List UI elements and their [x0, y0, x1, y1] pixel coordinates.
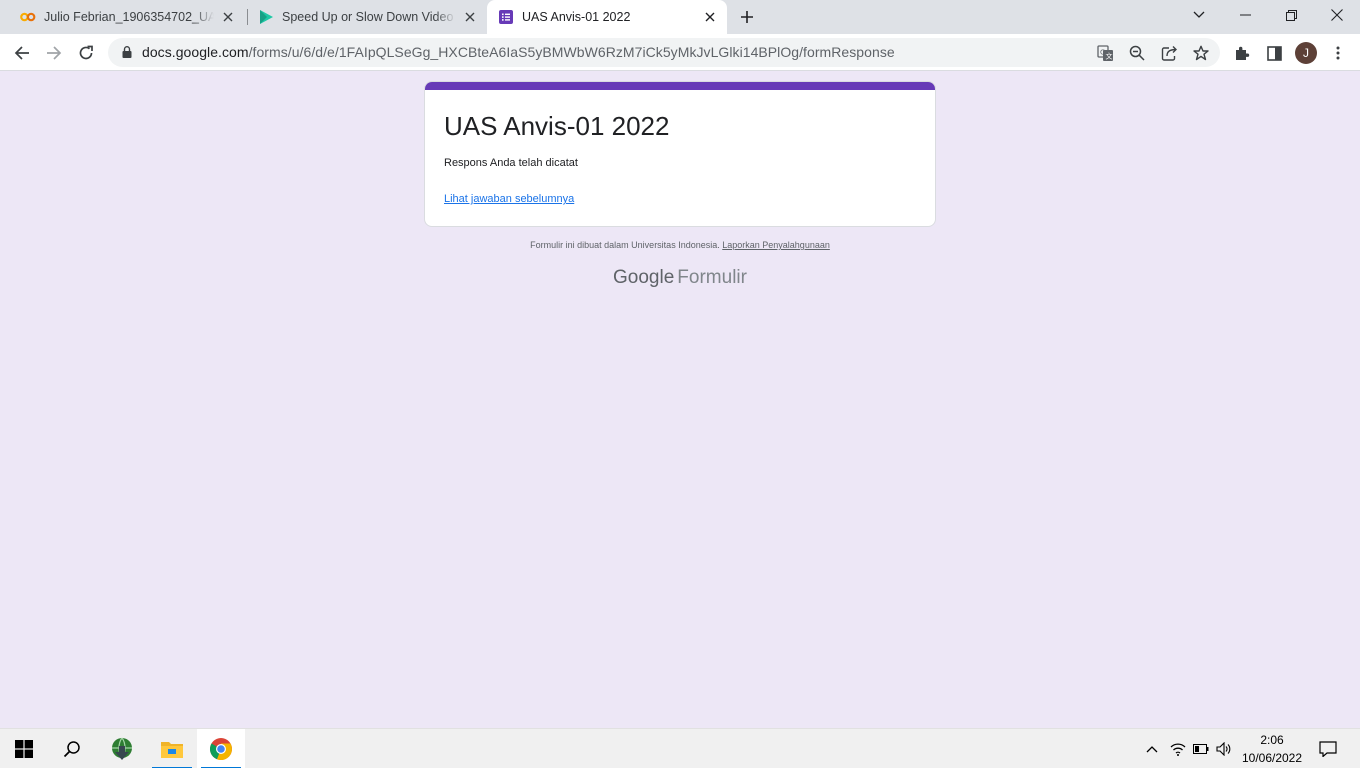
close-window-button[interactable] — [1314, 0, 1360, 30]
search-icon — [63, 741, 80, 758]
globe-download-icon — [112, 737, 132, 760]
reload-icon — [79, 45, 93, 60]
report-abuse-link[interactable]: Laporkan Penyalahgunaan — [722, 240, 830, 250]
zoom-button[interactable] — [1126, 42, 1148, 64]
side-panel-icon — [1266, 45, 1282, 61]
play-icon — [258, 9, 274, 25]
restore-button[interactable] — [1268, 0, 1314, 30]
wifi-icon — [1170, 743, 1186, 756]
colab-icon — [20, 9, 36, 25]
view-previous-response-link[interactable]: Lihat jawaban sebelumnya — [444, 193, 574, 205]
taskbar-clock[interactable]: 2:06 10/06/2022 — [1234, 731, 1310, 767]
show-hidden-icons-button[interactable] — [1141, 729, 1163, 768]
url-host: docs.google.com — [142, 44, 249, 60]
minimize-icon — [1239, 14, 1251, 16]
lock-icon[interactable] — [120, 45, 134, 59]
back-button[interactable] — [8, 39, 36, 67]
tab-separator — [247, 9, 248, 25]
google-forms-icon — [498, 9, 514, 25]
puzzle-icon — [1236, 46, 1250, 60]
minimize-button[interactable] — [1222, 0, 1268, 30]
speaker-icon — [1216, 742, 1231, 756]
chrome-icon — [209, 738, 233, 761]
form-footer: Formulir ini dibuat dalam Universitas In… — [424, 240, 936, 250]
taskbar-file-explorer[interactable] — [148, 729, 196, 768]
arrow-right-icon — [47, 46, 62, 60]
restore-icon — [1285, 9, 1297, 21]
clock-time: 2:06 — [1260, 733, 1284, 747]
clock-date: 10/06/2022 — [1241, 751, 1303, 765]
battery-button[interactable] — [1190, 729, 1212, 768]
chevron-up-icon — [1146, 746, 1158, 753]
form-response-card: UAS Anvis-01 2022 Respons Anda telah dic… — [424, 81, 936, 227]
plus-icon — [741, 11, 753, 23]
tab-video-speed[interactable]: Speed Up or Slow Down Video Online — [250, 0, 486, 34]
forms-wordmark: Formulir — [677, 267, 747, 288]
arrow-left-icon — [14, 46, 29, 60]
extensions-button[interactable] — [1228, 39, 1256, 67]
tab-strip: Julio Febrian_1906354702_UAS Anvis Speed… — [0, 0, 1360, 34]
chevron-down-icon — [1193, 11, 1205, 18]
url-path: /forms/u/6/d/e/1FAIpQLSeGg_HXCBteA6IaS5y… — [248, 44, 895, 60]
tab-title: UAS Anvis-01 2022 — [522, 10, 631, 24]
zoom-out-icon — [1129, 45, 1145, 61]
forward-button[interactable] — [40, 39, 68, 67]
browser-toolbar: docs.google.com/forms/u/6/d/e/1FAIpQLSeG… — [0, 34, 1360, 71]
network-button[interactable] — [1167, 729, 1189, 768]
menu-button[interactable] — [1324, 39, 1352, 67]
tab-title: Julio Febrian_1906354702_UAS Anvis — [44, 10, 214, 24]
close-tab-icon[interactable] — [702, 9, 718, 25]
kebab-menu-icon — [1336, 46, 1340, 60]
translate-button[interactable]: G文 — [1094, 42, 1116, 64]
close-icon — [1331, 9, 1343, 21]
taskbar-download-manager[interactable] — [98, 729, 146, 768]
tab-colab[interactable]: Julio Febrian_1906354702_UAS Anvis — [10, 0, 246, 34]
url-text[interactable]: docs.google.com/forms/u/6/d/e/1FAIpQLSeG… — [142, 44, 895, 60]
folder-icon — [161, 742, 183, 758]
profile-avatar[interactable]: J — [1295, 42, 1317, 64]
search-button[interactable] — [48, 729, 96, 768]
battery-icon — [1193, 744, 1209, 754]
notification-icon — [1319, 741, 1337, 757]
windows-logo-icon — [15, 740, 33, 758]
footer-note-text: Formulir ini dibuat dalam Universitas In… — [530, 240, 720, 250]
windows-taskbar: 2:06 10/06/2022 — [0, 728, 1360, 768]
close-tab-icon[interactable] — [220, 9, 236, 25]
svg-text:文: 文 — [1105, 51, 1112, 60]
side-panel-button[interactable] — [1260, 39, 1288, 67]
address-bar[interactable]: docs.google.com/forms/u/6/d/e/1FAIpQLSeG… — [108, 38, 1220, 67]
translate-icon: G文 — [1096, 44, 1113, 61]
tab-title: Speed Up or Slow Down Video Online — [282, 10, 456, 24]
new-tab-button[interactable] — [736, 6, 758, 28]
taskbar-chrome[interactable] — [197, 729, 245, 768]
bookmark-button[interactable] — [1190, 42, 1212, 64]
google-forms-logo[interactable]: Google Formulir — [424, 267, 936, 289]
start-button[interactable] — [0, 729, 48, 768]
google-wordmark: Google — [613, 267, 675, 288]
star-icon — [1193, 45, 1209, 61]
tab-search-button[interactable] — [1176, 0, 1222, 30]
volume-button[interactable] — [1213, 729, 1235, 768]
reload-button[interactable] — [72, 39, 100, 67]
share-button[interactable] — [1158, 42, 1180, 64]
share-icon — [1161, 46, 1177, 61]
close-tab-icon[interactable] — [462, 9, 478, 25]
form-accent-bar — [425, 82, 935, 90]
form-title: UAS Anvis-01 2022 — [444, 111, 670, 141]
confirmation-message: Respons Anda telah dicatat — [444, 157, 578, 169]
tab-forms-active[interactable]: UAS Anvis-01 2022 — [487, 0, 727, 34]
action-center-button[interactable] — [1310, 729, 1346, 768]
